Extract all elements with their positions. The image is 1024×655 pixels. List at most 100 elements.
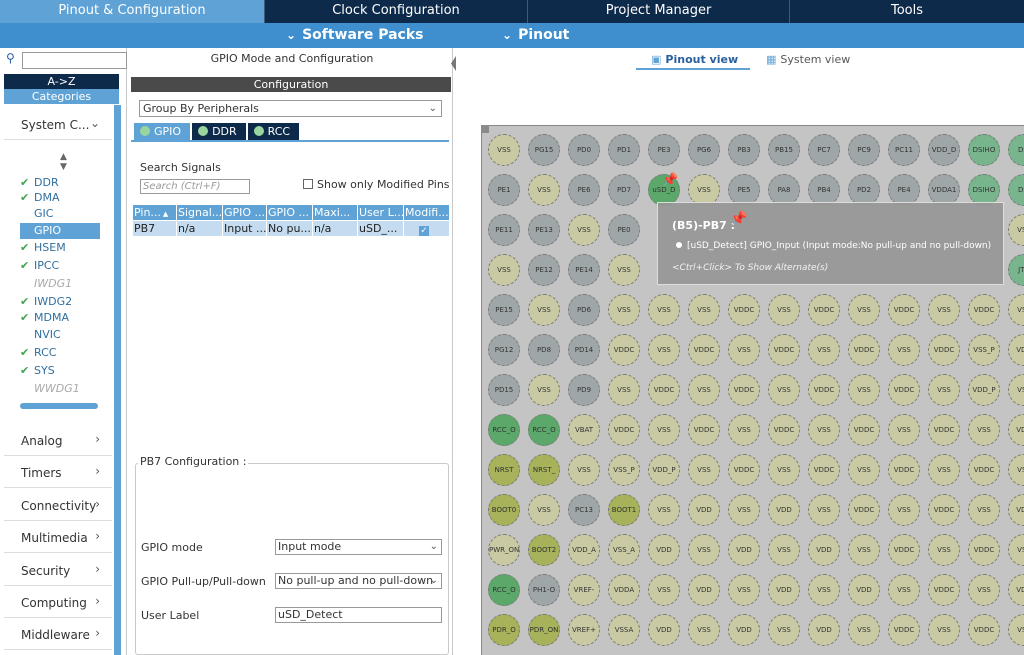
- pin[interactable]: VSS: [688, 534, 720, 566]
- pin[interactable]: VDDC: [968, 614, 1000, 646]
- pin[interactable]: VDDC: [808, 374, 840, 406]
- pin[interactable]: VSS: [848, 614, 880, 646]
- pin[interactable]: VSS: [488, 134, 520, 166]
- section-timers[interactable]: Timers ›: [4, 458, 112, 488]
- pin[interactable]: VSS: [648, 294, 680, 326]
- pin[interactable]: VDDC: [928, 334, 960, 366]
- pin[interactable]: VREF-: [568, 574, 600, 606]
- pin[interactable]: PD0: [568, 134, 600, 166]
- pin[interactable]: VSS_A: [608, 534, 640, 566]
- col-gpio-mode[interactable]: GPIO ...: [223, 205, 267, 220]
- tab-pinout-configuration[interactable]: Pinout & Configuration: [0, 0, 265, 23]
- pin[interactable]: VDDC: [808, 294, 840, 326]
- pin[interactable]: VDDC: [928, 574, 960, 606]
- pin[interactable]: VSS: [528, 294, 560, 326]
- table-row[interactable]: PB7 n/a Input ... No pu... n/a uSD_... ✓: [133, 221, 449, 236]
- pin[interactable]: VSS: [648, 334, 680, 366]
- pin[interactable]: VDDC: [768, 414, 800, 446]
- pin[interactable]: VSS: [608, 294, 640, 326]
- pin[interactable]: PE0: [608, 214, 640, 246]
- tab-pinout-view[interactable]: ▣ Pinout view: [651, 53, 738, 66]
- pin[interactable]: PG6: [688, 134, 720, 166]
- pin[interactable]: PH1-O: [528, 574, 560, 606]
- pin[interactable]: VSS: [648, 574, 680, 606]
- tab-system-view[interactable]: ▦ System view: [766, 53, 850, 66]
- gpio-pull-select[interactable]: No pull-up and no pull-down ⌄: [275, 573, 442, 589]
- pin[interactable]: VSS: [768, 534, 800, 566]
- pin[interactable]: VDDC: [728, 374, 760, 406]
- pin[interactable]: VDDC: [728, 294, 760, 326]
- pin[interactable]: PC11: [888, 134, 920, 166]
- pin[interactable]: VDD: [808, 614, 840, 646]
- pin[interactable]: VDDC: [648, 374, 680, 406]
- pin[interactable]: RCC_O: [528, 414, 560, 446]
- gpio-mode-select[interactable]: Input mode ⌄: [275, 539, 442, 555]
- pin[interactable]: PD8: [528, 334, 560, 366]
- col-user-label[interactable]: User L...: [358, 205, 404, 220]
- pin[interactable]: VSS: [928, 294, 960, 326]
- section-security[interactable]: Security ›: [4, 556, 112, 586]
- pin[interactable]: VDD: [648, 614, 680, 646]
- pin[interactable]: VSS: [768, 374, 800, 406]
- pin[interactable]: VDDC: [608, 414, 640, 446]
- categories-scrollbar[interactable]: [114, 105, 121, 655]
- pin[interactable]: VSS: [928, 454, 960, 486]
- pin[interactable]: BOOT2: [528, 534, 560, 566]
- col-gpio-pull[interactable]: GPIO ...: [267, 205, 313, 220]
- pin[interactable]: PD9: [568, 374, 600, 406]
- pin[interactable]: VSS: [888, 494, 920, 526]
- section-multimedia[interactable]: Multimedia ›: [4, 523, 112, 553]
- pin[interactable]: VDDC: [888, 534, 920, 566]
- pin[interactable]: VSS: [928, 534, 960, 566]
- pin[interactable]: VDDC: [888, 614, 920, 646]
- pin[interactable]: PB15: [768, 134, 800, 166]
- pin[interactable]: PC9: [848, 134, 880, 166]
- pin[interactable]: VSS: [568, 454, 600, 486]
- tab-rcc[interactable]: RCC: [247, 123, 300, 140]
- pin[interactable]: VDDC: [968, 454, 1000, 486]
- pin[interactable]: VSS_P: [608, 454, 640, 486]
- col-maximum[interactable]: Maxi...: [313, 205, 358, 220]
- pin[interactable]: PD15: [488, 374, 520, 406]
- pin[interactable]: BOOT1: [608, 494, 640, 526]
- pin[interactable]: RCC_O: [488, 414, 520, 446]
- software-packs-menu[interactable]: ⌄ Software Packs: [286, 23, 423, 48]
- pin[interactable]: NRST_: [528, 454, 560, 486]
- pin[interactable]: VSS_P: [968, 334, 1000, 366]
- pin[interactable]: PC13: [568, 494, 600, 526]
- system-item-gic[interactable]: GIC: [20, 206, 100, 222]
- pin[interactable]: VBAT: [568, 414, 600, 446]
- pin[interactable]: VSS: [728, 414, 760, 446]
- col-modified[interactable]: Modifi...: [404, 205, 449, 220]
- category-search-input[interactable]: [22, 52, 127, 69]
- pin[interactable]: PE15: [488, 294, 520, 326]
- pin[interactable]: VSS: [648, 414, 680, 446]
- pinout-menu[interactable]: ⌄ Pinout: [502, 23, 569, 48]
- system-item-ddr[interactable]: ✔ DDR: [20, 175, 100, 191]
- pin[interactable]: VDD_D: [928, 134, 960, 166]
- pin[interactable]: VDD_P: [648, 454, 680, 486]
- pin[interactable]: VDD: [768, 574, 800, 606]
- system-item-gpio[interactable]: GPIO: [20, 223, 100, 239]
- pin[interactable]: VDD_P: [968, 374, 1000, 406]
- system-item-sys[interactable]: ✔ SYS: [20, 363, 100, 379]
- pin[interactable]: VSS: [528, 374, 560, 406]
- pin[interactable]: VDD_A: [568, 534, 600, 566]
- pin[interactable]: VDD: [848, 574, 880, 606]
- pin[interactable]: PE12: [528, 254, 560, 286]
- pin[interactable]: VDDC: [768, 334, 800, 366]
- pin[interactable]: NRST: [488, 454, 520, 486]
- pin[interactable]: VSS: [608, 374, 640, 406]
- pin[interactable]: BOOT0: [488, 494, 520, 526]
- pin[interactable]: VSS: [768, 614, 800, 646]
- search-signals-input[interactable]: Search (Ctrl+F): [140, 179, 250, 194]
- pin[interactable]: VDD: [768, 494, 800, 526]
- pin[interactable]: VSS: [848, 374, 880, 406]
- system-item-iwdg1[interactable]: IWDG1: [20, 276, 100, 292]
- pin[interactable]: VDDC: [928, 414, 960, 446]
- pin[interactable]: VSS: [848, 454, 880, 486]
- sort-icon[interactable]: ▲ ▼: [60, 152, 67, 172]
- pin[interactable]: VDD: [688, 574, 720, 606]
- user-label-input[interactable]: uSD_Detect: [275, 607, 442, 623]
- pin[interactable]: VSS: [528, 174, 560, 206]
